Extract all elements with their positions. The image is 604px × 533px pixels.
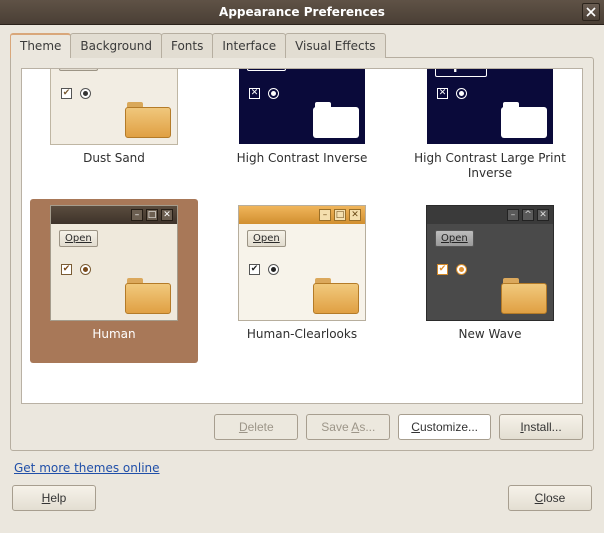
dialog-buttons: Help Close [10,485,594,511]
help-button[interactable]: Help [12,485,96,511]
theme-thumb: –□✕ Open [50,205,178,321]
window-body: Theme Background Fonts Interface Visual … [0,25,604,521]
folder-icon [313,278,359,314]
theme-thumb: –□✕ Open [426,68,554,145]
install-button[interactable]: Install... [499,414,583,440]
more-themes-link-row: Get more themes online [10,461,594,475]
folder-icon [313,102,359,138]
theme-label: New Wave [459,327,522,357]
close-button[interactable]: Close [508,485,592,511]
theme-thumb: –^✕ Open [426,205,554,321]
folder-icon [125,278,171,314]
more-themes-link[interactable]: Get more themes online [14,461,160,475]
theme-label: Dust Sand [83,151,145,181]
tabs: Theme Background Fonts Interface Visual … [10,33,594,58]
tab-visual-effects[interactable]: Visual Effects [285,33,385,58]
theme-thumb: –□✕ Open [50,68,178,145]
window-title: Appearance Preferences [219,5,385,19]
tab-interface[interactable]: Interface [212,33,286,58]
delete-button: Delete [214,414,298,440]
window-close-button[interactable] [582,3,600,21]
theme-item-human[interactable]: –□✕ Open Human [30,199,198,363]
theme-item-human-clearlooks[interactable]: –□✕ Open Human-Clearlooks [218,199,386,363]
tab-theme[interactable]: Theme [10,33,71,58]
theme-label: High Contrast Inverse [237,151,368,181]
tab-panel-theme: –□✕ Open Dust Sand –□✕ Open High Contras [10,57,594,451]
close-icon [586,7,596,17]
folder-icon [501,278,547,314]
theme-item-high-contrast-large-print-inverse[interactable]: –□✕ Open High Contrast Large Print Inver… [406,68,574,187]
theme-action-buttons: Delete Save As... Customize... Install..… [21,414,583,440]
theme-label: High Contrast Large Print Inverse [412,151,568,181]
theme-list[interactable]: –□✕ Open Dust Sand –□✕ Open High Contras [21,68,583,404]
theme-thumb: –□✕ Open [238,68,366,145]
theme-thumb: –□✕ Open [238,205,366,321]
theme-grid: –□✕ Open Dust Sand –□✕ Open High Contras [30,68,574,363]
theme-label: Human [92,327,135,357]
tab-fonts[interactable]: Fonts [161,33,213,58]
tab-background[interactable]: Background [70,33,162,58]
theme-item-high-contrast-inverse[interactable]: –□✕ Open High Contrast Inverse [218,68,386,187]
folder-icon [501,102,547,138]
titlebar: Appearance Preferences [0,0,604,25]
customize-button[interactable]: Customize... [398,414,491,440]
save-as-button: Save As... [306,414,390,440]
theme-item-new-wave[interactable]: –^✕ Open New Wave [406,199,574,363]
theme-item-dust-sand[interactable]: –□✕ Open Dust Sand [30,68,198,187]
theme-label: Human-Clearlooks [247,327,357,357]
folder-icon [125,102,171,138]
